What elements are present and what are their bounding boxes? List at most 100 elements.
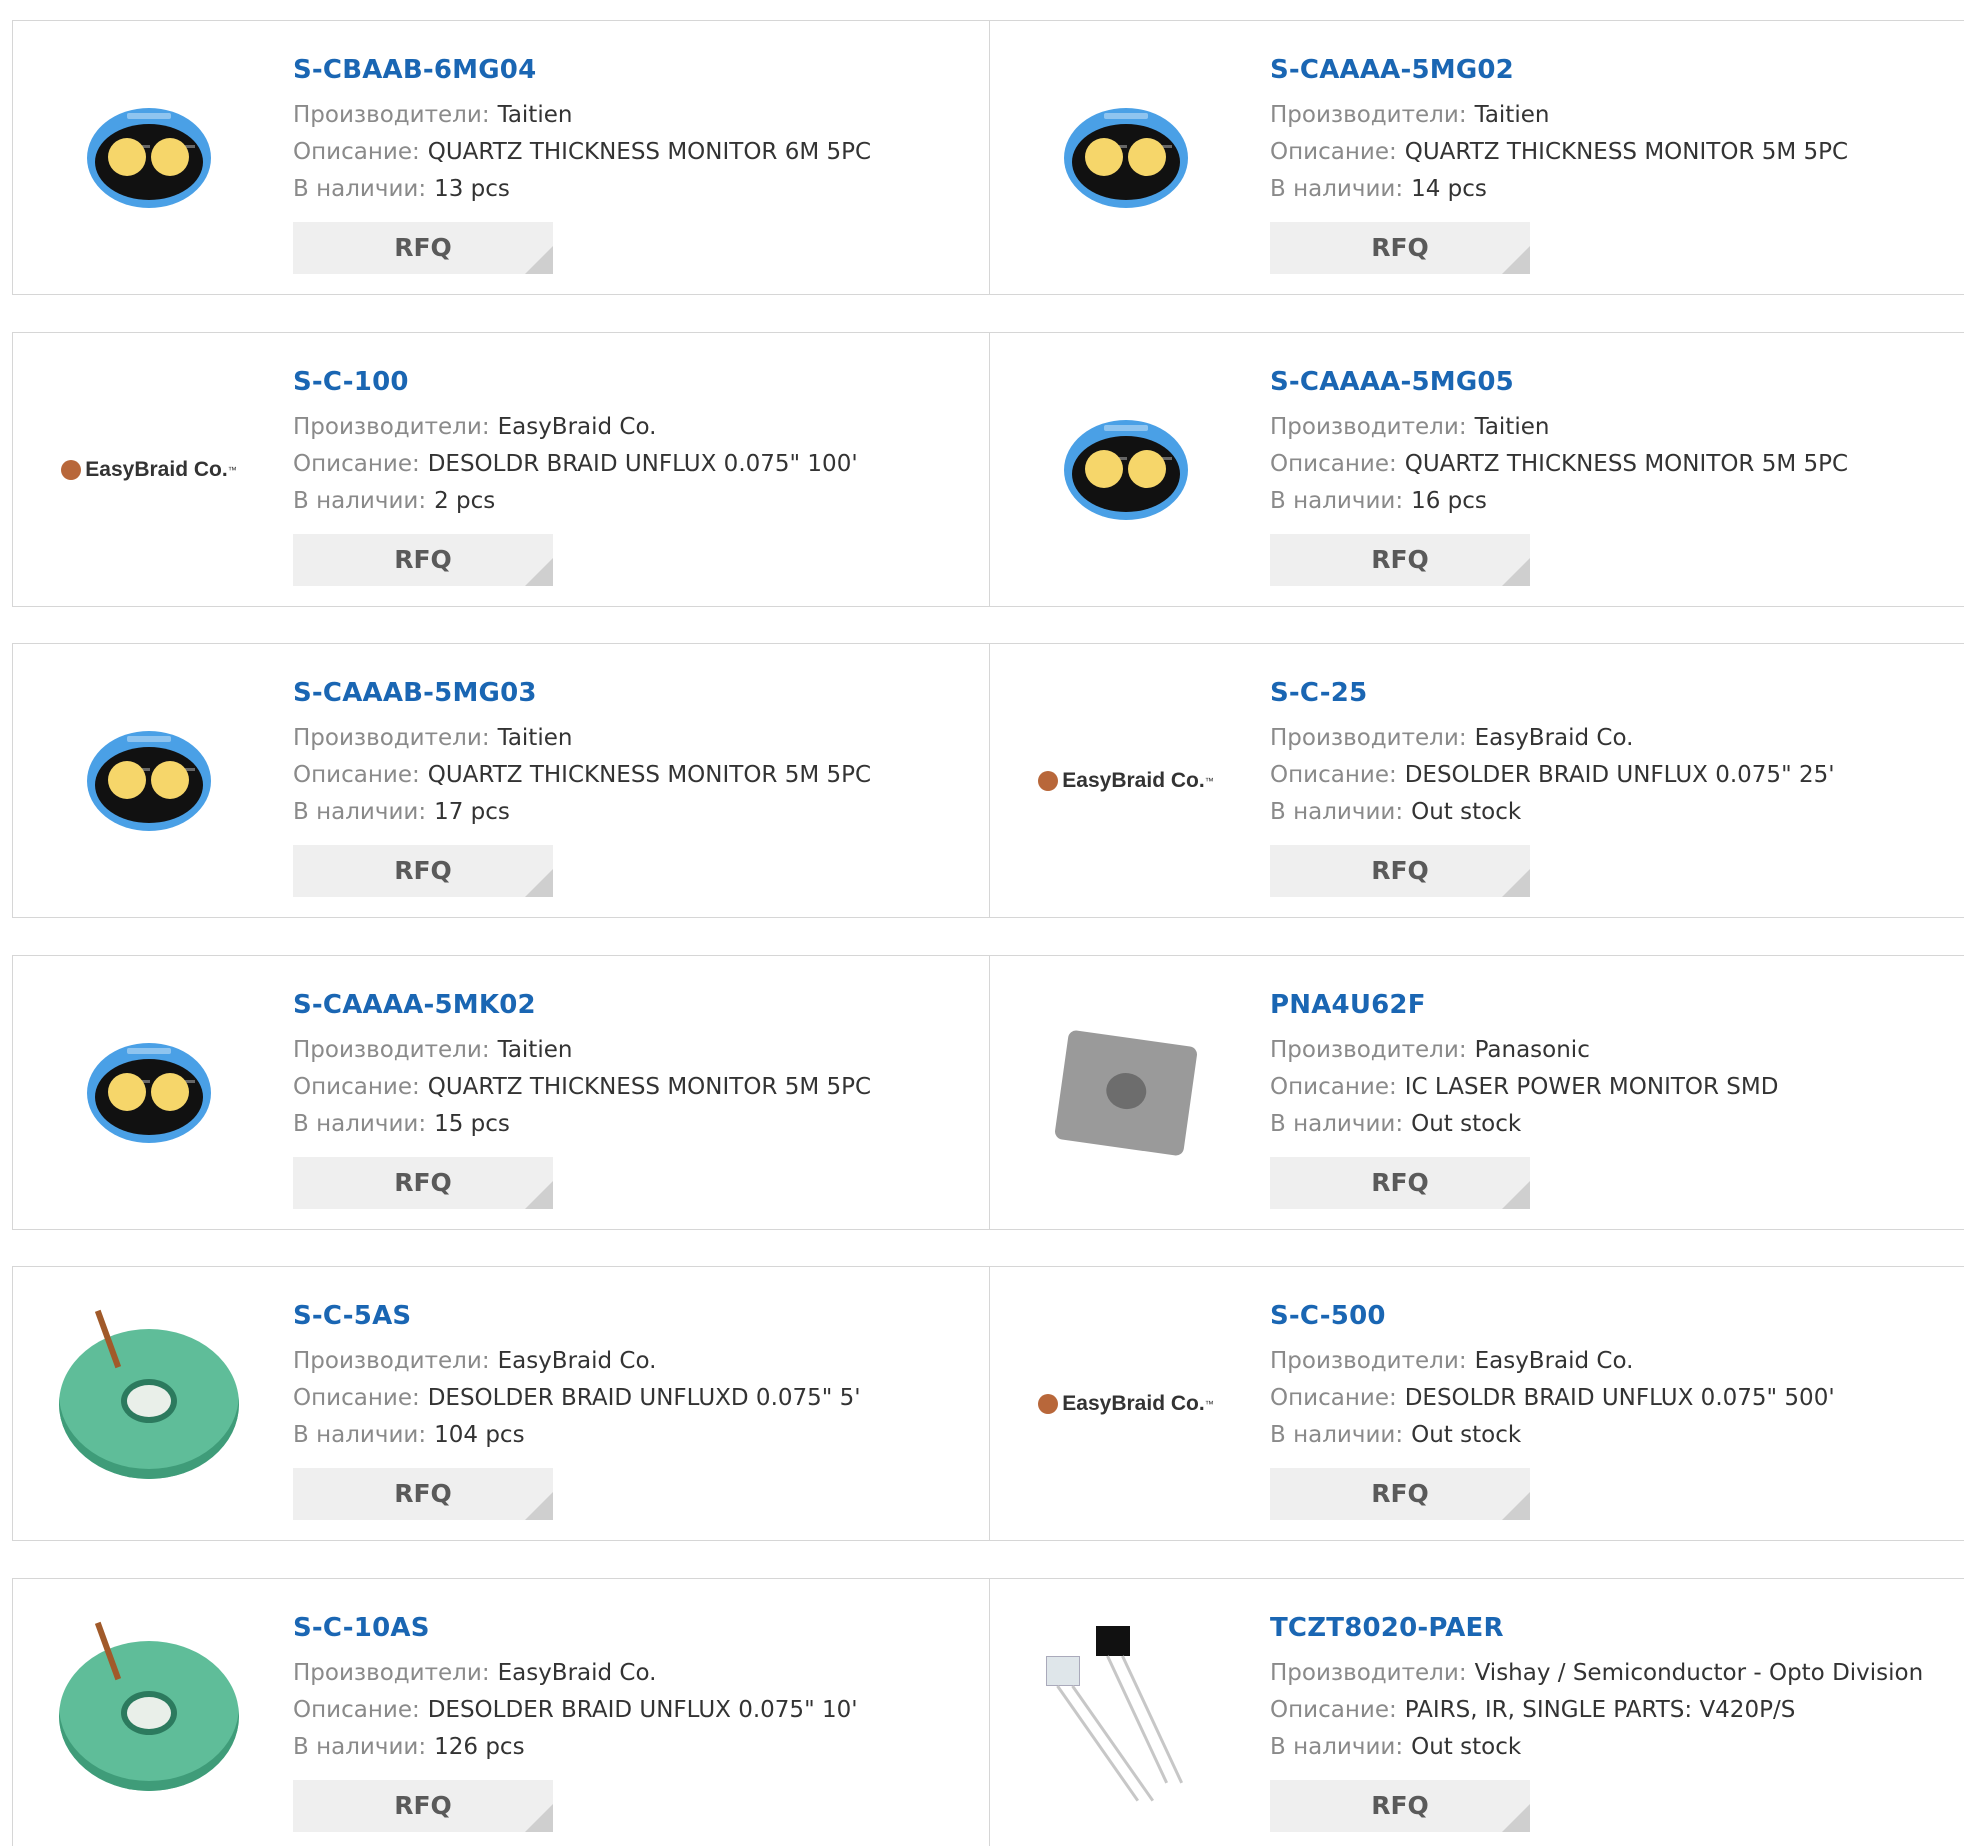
- rfq-button[interactable]: RFQ: [1270, 1779, 1530, 1832]
- manufacturer-label: Производители:: [293, 413, 490, 440]
- corner-triangle-icon: [525, 557, 553, 586]
- product-thumbnail[interactable]: [49, 681, 249, 881]
- description-row: Описание: DESOLDR BRAID UNFLUX 0.075" 100…: [293, 446, 973, 483]
- rfq-button[interactable]: RFQ: [293, 222, 553, 274]
- rfq-button[interactable]: RFQ: [293, 1468, 553, 1520]
- manufacturer-value: EasyBraid Co.: [497, 1348, 657, 1374]
- rfq-button[interactable]: RFQ: [1270, 845, 1530, 897]
- product-thumbnail[interactable]: [1026, 1616, 1226, 1816]
- product-row: S-CBAAB-6MG04 Производители: Taitien Описан…: [12, 20, 1964, 295]
- description-label: Описание:: [293, 450, 420, 477]
- product-info: PNA4U62F Производители: Panasonic Описание:…: [1270, 988, 1950, 1143]
- stock-row: В наличии: 15 pcs: [293, 1106, 973, 1143]
- description-value: IC LASER POWER MONITOR SMD: [1404, 1073, 1779, 1100]
- product-thumbnail[interactable]: [49, 1304, 249, 1504]
- description-row: Описание: DESOLDER BRAID UNFLUXD 0.075" 5…: [293, 1380, 973, 1417]
- rfq-button[interactable]: RFQ: [293, 533, 553, 586]
- product-title-link[interactable]: S-C-500: [1270, 1299, 1950, 1333]
- manufacturer-value: Taitien: [497, 102, 573, 128]
- product-title-link[interactable]: S-CAAAA-5MK02: [293, 988, 973, 1022]
- description-value: QUARTZ THICKNESS MONITOR 5M 5PC: [427, 762, 872, 788]
- stock-row: В наличии: Out stock: [1270, 1106, 1950, 1143]
- product-title-link[interactable]: S-C-10AS: [293, 1611, 973, 1645]
- stock-value: 16 pcs: [1411, 487, 1487, 514]
- product-card: S-C-10AS Производители: EasyBraid Co. Описа…: [12, 1577, 991, 1846]
- product-thumbnail[interactable]: [1026, 58, 1226, 258]
- product-thumbnail[interactable]: [1026, 370, 1226, 570]
- stock-label: В наличии:: [1270, 176, 1404, 202]
- product-title-link[interactable]: PNA4U62F: [1270, 988, 1950, 1022]
- product-title-link[interactable]: TCZT8020-PAER: [1270, 1611, 1950, 1645]
- manufacturer-value: EasyBraid Co.: [497, 413, 657, 440]
- rfq-button[interactable]: RFQ: [293, 1779, 553, 1832]
- manufacturer-label: Производители:: [1270, 1659, 1467, 1686]
- manufacturer-label: Производители:: [293, 102, 490, 128]
- stock-row: В наличии: Out stock: [1270, 794, 1950, 831]
- manufacturer-label: Производители:: [1270, 1036, 1467, 1063]
- rfq-label: RFQ: [394, 856, 452, 885]
- stock-row: В наличии: 2 pcs: [293, 483, 973, 520]
- stock-row: В наличии: 14 pcs: [1270, 171, 1950, 208]
- manufacturer-label: Производители:: [293, 1348, 490, 1374]
- stock-label: В наличии:: [1270, 1733, 1404, 1760]
- product-thumbnail[interactable]: [49, 1616, 249, 1816]
- product-title-link[interactable]: S-CBAAB-6MG04: [293, 53, 973, 87]
- description-value: QUARTZ THICKNESS MONITOR 5M 5PC: [427, 1073, 872, 1100]
- product-title-link[interactable]: S-CAAAA-5MG02: [1270, 53, 1950, 87]
- product-title-link[interactable]: S-CAAAA-5MG05: [1270, 365, 1950, 399]
- product-title-link[interactable]: S-C-100: [293, 365, 973, 399]
- rfq-label: RFQ: [394, 544, 452, 574]
- rfq-button[interactable]: RFQ: [293, 845, 553, 897]
- description-label: Описание:: [293, 1073, 420, 1100]
- braid-spool-image: [59, 1621, 239, 1791]
- product-card: S-CAAAB-5MG03 Производители: Taitien Описан…: [12, 643, 991, 918]
- rfq-label: RFQ: [1371, 1167, 1429, 1197]
- ir-sensor-image: [1026, 1616, 1226, 1816]
- product-thumbnail[interactable]: EasyBraid Co. ™: [1026, 681, 1226, 881]
- easybraid-logo: EasyBraid Co. ™: [1038, 769, 1214, 793]
- rfq-button[interactable]: RFQ: [1270, 1156, 1530, 1209]
- corner-triangle-icon: [525, 1180, 553, 1209]
- manufacturer-row: Производители: EasyBraid Co.: [293, 1343, 973, 1380]
- description-value: QUARTZ THICKNESS MONITOR 6M 5PC: [427, 139, 872, 165]
- rfq-button[interactable]: RFQ: [1270, 533, 1530, 586]
- product-card: EasyBraid Co. ™ S-C-100 Производители: EasyB…: [12, 331, 991, 607]
- qcm-crystal-image: [1064, 419, 1188, 520]
- stock-label: В наличии:: [1270, 487, 1404, 514]
- manufacturer-label: Производители:: [1270, 102, 1467, 128]
- description-label: Описание:: [1270, 1385, 1397, 1411]
- product-thumbnail[interactable]: EasyBraid Co. ™: [1026, 1304, 1226, 1504]
- manufacturer-value: Taitien: [1474, 102, 1550, 128]
- product-info: S-CAAAB-5MG03 Производители: Taitien Описан…: [293, 676, 973, 831]
- rfq-label: RFQ: [1371, 856, 1429, 885]
- manufacturer-value: Vishay / Semiconductor - Opto Division: [1474, 1659, 1924, 1686]
- product-title-link[interactable]: S-C-25: [1270, 676, 1950, 710]
- product-info: S-C-10AS Производители: EasyBraid Co. Описа…: [293, 1611, 973, 1766]
- product-thumbnail[interactable]: EasyBraid Co. ™: [49, 370, 249, 570]
- manufacturer-label: Производители:: [293, 725, 490, 751]
- product-card: EasyBraid Co. ™ S-C-500 Производители: EasyB…: [989, 1266, 1964, 1541]
- manufacturer-row: Производители: EasyBraid Co.: [1270, 1343, 1950, 1380]
- stock-label: В наличии:: [293, 1110, 427, 1137]
- product-info: S-CBAAB-6MG04 Производители: Taitien Описан…: [293, 53, 973, 208]
- manufacturer-label: Производители:: [1270, 413, 1467, 440]
- stock-label: В наличии:: [293, 1733, 427, 1760]
- product-title-link[interactable]: S-CAAAB-5MG03: [293, 676, 973, 710]
- braid-spool-image: [59, 1309, 239, 1479]
- product-info: S-CAAAA-5MK02 Производители: Taitien Описан…: [293, 988, 973, 1143]
- product-thumbnail[interactable]: [49, 58, 249, 258]
- rfq-button[interactable]: RFQ: [1270, 1468, 1530, 1520]
- stock-value: Out stock: [1411, 799, 1522, 825]
- corner-triangle-icon: [1502, 1180, 1530, 1209]
- product-title-link[interactable]: S-C-5AS: [293, 1299, 973, 1333]
- rfq-button[interactable]: RFQ: [293, 1156, 553, 1209]
- description-label: Описание:: [293, 139, 420, 165]
- product-thumbnail[interactable]: [49, 993, 249, 1193]
- stock-row: В наличии: 16 pcs: [1270, 483, 1950, 520]
- rfq-button[interactable]: RFQ: [1270, 222, 1530, 274]
- product-thumbnail[interactable]: [1026, 993, 1226, 1193]
- stock-value: 126 pcs: [434, 1733, 525, 1760]
- manufacturer-value: Taitien: [497, 725, 573, 751]
- stock-row: В наличии: 104 pcs: [293, 1417, 973, 1454]
- description-value: DESOLDER BRAID UNFLUX 0.075" 25': [1404, 762, 1835, 788]
